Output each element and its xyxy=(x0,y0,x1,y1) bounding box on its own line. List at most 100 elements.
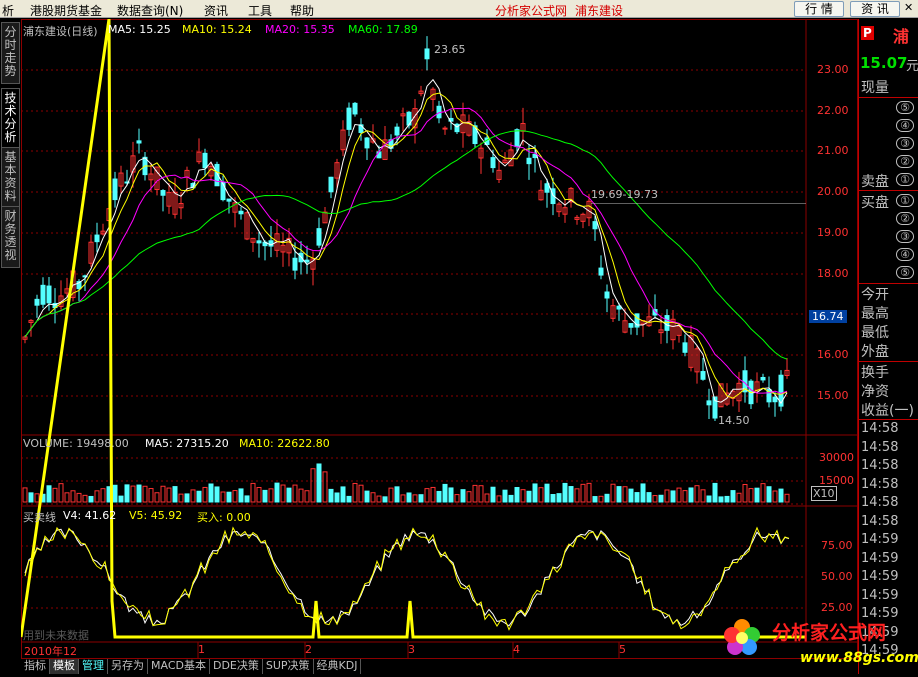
ask-level-4: ④ xyxy=(896,119,914,132)
close-icon[interactable]: ✕ xyxy=(904,1,917,16)
volume-bar xyxy=(196,490,202,503)
volume-bar xyxy=(250,482,256,503)
volume-bar xyxy=(328,488,334,503)
volume-bar xyxy=(430,486,436,503)
candle-body xyxy=(490,157,496,169)
volume-bar xyxy=(634,492,640,503)
volume-bar xyxy=(622,486,628,503)
volume-bar xyxy=(280,484,286,503)
volume-bar xyxy=(592,496,598,503)
info-button[interactable]: 资 讯 xyxy=(850,1,900,17)
quote-panel: P 浦 15.07 元 现量 ⑤ ④ ③ ② 卖盘 ① 买盘 ① ② ③ ④ ⑤… xyxy=(858,19,918,674)
tab-indicator[interactable]: 指标 xyxy=(21,659,50,674)
price-unit: 元 xyxy=(906,59,918,74)
candle-body xyxy=(292,257,298,271)
gap-annotation: 19.69-19.73 xyxy=(591,188,658,201)
y-tick: 19.00 xyxy=(817,226,849,239)
volume-bar xyxy=(532,483,538,503)
volume-bar xyxy=(754,487,760,503)
volume-ma5-label: MA5: 27315.20 xyxy=(145,437,229,450)
candle-body xyxy=(346,107,352,130)
volume-bar xyxy=(286,487,292,503)
tab-fundamentals[interactable]: 基本资料 xyxy=(1,147,20,209)
volume-bar xyxy=(298,488,304,503)
tick-time: 14:59 xyxy=(861,569,899,584)
candle-body xyxy=(364,137,370,149)
volume-bar xyxy=(748,488,754,503)
tab-template[interactable]: 模板 xyxy=(50,659,79,674)
volume-bar xyxy=(406,492,412,503)
candle-body xyxy=(226,198,232,202)
menu-item-futures[interactable]: 港股期货基金 xyxy=(30,2,102,19)
candle-body xyxy=(700,371,706,380)
today-open-label: 今开 xyxy=(861,287,889,303)
indicator-v5-line xyxy=(24,526,790,631)
volume-bar xyxy=(172,486,178,503)
volume-bar xyxy=(658,494,664,503)
volume-bar xyxy=(292,484,298,503)
tab-dde-decision[interactable]: DDE决策 xyxy=(210,659,263,674)
tab-technical[interactable]: 技术分析 xyxy=(1,88,20,150)
volume-bar xyxy=(586,482,592,503)
ma60-label: MA60: 17.89 xyxy=(348,23,418,36)
left-tab-bar: 分时走势 技术分析 基本资料 财务透视 xyxy=(0,19,21,659)
candle-body xyxy=(598,267,604,276)
volume-bar xyxy=(550,494,556,503)
volume-bar xyxy=(742,484,748,503)
volume-bar xyxy=(316,463,322,503)
volume-bar xyxy=(220,491,226,503)
candle-body xyxy=(592,221,598,230)
volume-bar xyxy=(538,487,544,503)
volume-bar xyxy=(34,493,40,503)
volume-y-tick: 30000 xyxy=(819,451,854,464)
volume-bar xyxy=(190,489,196,503)
last-price: 15.07 xyxy=(860,54,908,72)
tab-sup-decision[interactable]: SUP决策 xyxy=(263,659,314,674)
volume-bar xyxy=(682,490,688,503)
volume-bar xyxy=(340,486,346,503)
menu-item-data-query[interactable]: 数据查询(N) xyxy=(117,2,183,19)
volume-bar xyxy=(166,487,172,503)
menu-item-help[interactable]: 帮助 xyxy=(290,2,314,19)
time-axis-month: 1 xyxy=(198,643,205,656)
earnings-label: 收益(一) xyxy=(861,403,914,419)
volume-bar xyxy=(262,489,268,503)
volume-bar xyxy=(148,488,154,503)
volume-bar xyxy=(772,490,778,503)
time-axis-month: 5 xyxy=(619,643,626,656)
volume-bar xyxy=(544,483,550,503)
tab-macd-basic[interactable]: MACD基本 xyxy=(148,659,210,674)
candle-body xyxy=(34,298,40,306)
volume-bar xyxy=(412,494,418,503)
tab-save-as[interactable]: 另存为 xyxy=(108,659,148,674)
volume-bar xyxy=(142,485,148,503)
chart-area[interactable]: 浦东建设(日线) MA5: 15.25 MA10: 15.24 MA20: 15… xyxy=(21,19,858,659)
tab-financials[interactable]: 财务透视 xyxy=(1,206,20,268)
quote-button[interactable]: 行 情 xyxy=(794,1,844,17)
menu-item-analysis[interactable]: 析 xyxy=(2,2,14,19)
volume-bar xyxy=(124,484,130,503)
volume-bar xyxy=(568,486,574,503)
site-logo: 分析家公式网 www.88gs.com xyxy=(712,612,918,674)
menu-item-tools[interactable]: 工具 xyxy=(248,2,272,19)
outer-label: 外盘 xyxy=(861,344,889,360)
tab-intraday[interactable]: 分时走势 xyxy=(1,22,20,84)
volume-bar xyxy=(310,468,316,503)
current-volume-label: 现量 xyxy=(861,80,889,96)
candle-body xyxy=(40,284,46,305)
volume-bar xyxy=(244,495,250,503)
tab-classic-kdj[interactable]: 经典KDJ xyxy=(314,659,362,674)
volume-bar xyxy=(724,495,730,503)
volume-bar xyxy=(460,489,466,503)
tab-manage[interactable]: 管理 xyxy=(79,659,108,674)
y-tick: 16.00 xyxy=(817,348,849,361)
tick-time: 14:58 xyxy=(861,439,899,455)
high-label: 最高 xyxy=(861,306,889,322)
candle-body xyxy=(328,176,334,193)
menu-item-news[interactable]: 资讯 xyxy=(204,2,228,19)
volume-bar xyxy=(154,492,160,503)
high-annotation: 23.65 xyxy=(434,43,466,56)
buy-label: 买盘 xyxy=(861,195,889,211)
volume-bar xyxy=(418,494,424,503)
tick-time: 14:58 xyxy=(861,476,899,492)
